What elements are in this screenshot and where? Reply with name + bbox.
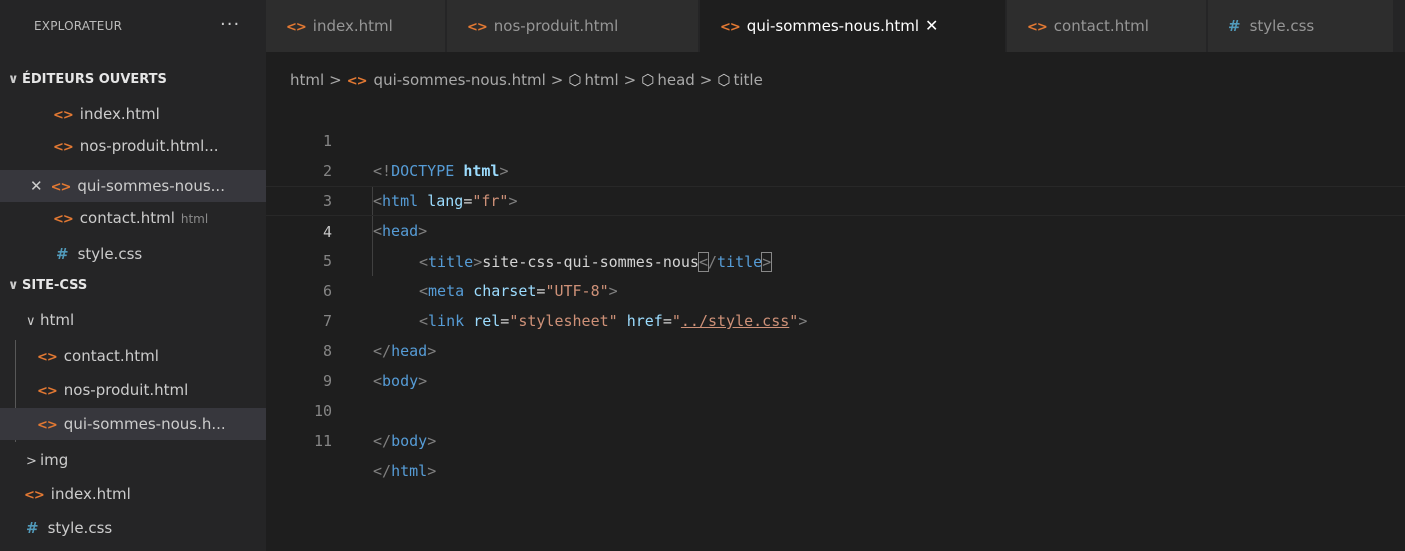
code-line[interactable]: 3 <head> <box>266 156 1405 240</box>
tree-file-label: contact.html <box>63 347 159 365</box>
tab-style[interactable]: # style.css <box>1208 0 1394 52</box>
tree-file-item[interactable]: <> index.html <box>0 478 266 510</box>
open-editors-title: ÉDITEURS OUVERTS <box>22 72 167 87</box>
open-editor-item[interactable]: # style.css <box>0 238 266 270</box>
close-tab-icon[interactable]: ✕ <box>925 16 938 35</box>
code-line[interactable]: 2 <html lang="fr"> <box>266 126 1405 210</box>
tab-qui-sommes-nous[interactable]: <> qui-sommes-nous.html ✕ <box>700 0 1006 52</box>
tab-label: nos-produit.html <box>493 17 619 35</box>
breadcrumb-separator: > <box>623 71 637 89</box>
folder-img[interactable]: > img <box>0 444 266 476</box>
explorer-sidebar: EXPLORATEUR ··· ∨ ÉDITEURS OUVERTS <> inde… <box>0 0 266 551</box>
html-file-icon: <> <box>37 418 58 433</box>
html-file-icon: <> <box>720 20 741 35</box>
folder-html[interactable]: ∨ html <box>0 304 266 336</box>
editor-tab-bar: <> index.html <> nos-produit.html <> qui-so… <box>266 0 1405 52</box>
chevron-down-icon: ∨ <box>8 72 19 87</box>
project-title: SITE-CSS <box>22 278 88 293</box>
code-line[interactable]: 6 <link rel="stylesheet" href="../style.… <box>266 246 1405 330</box>
tab-label: style.css <box>1249 17 1315 35</box>
folder-label: html <box>40 311 75 329</box>
html-file-icon: <> <box>53 212 74 227</box>
breadcrumb-item[interactable]: title <box>733 71 762 89</box>
code-editor[interactable]: 1 <!DOCTYPE html> 2 <html lang="fr"> 3 <… <box>266 96 1405 551</box>
html-file-icon: <> <box>50 180 72 195</box>
open-editor-item[interactable]: <> nos-produit.html... <box>0 130 266 162</box>
code-line[interactable]: 9 <box>266 336 1405 390</box>
code-line[interactable]: 7 </head> <box>266 276 1405 360</box>
chevron-down-icon: ∨ <box>26 314 36 329</box>
tab-label: index.html <box>312 17 393 35</box>
breadcrumb-separator: > <box>329 71 342 89</box>
html-file-icon: <> <box>467 20 488 35</box>
html-file-icon: <> <box>286 20 307 35</box>
breadcrumb-item[interactable]: qui-sommes-nous.html <box>374 71 546 89</box>
open-editor-label: index.html <box>79 105 160 123</box>
tree-file-label: style.css <box>47 519 113 537</box>
tree-file-item[interactable]: <> contact.html <box>0 340 266 372</box>
html-file-icon: <> <box>37 384 58 399</box>
open-editor-label: nos-produit.html... <box>79 137 219 155</box>
html-file-icon: <> <box>37 350 58 365</box>
open-editor-label: contact.html <box>79 209 175 227</box>
open-editor-item[interactable]: <> index.html <box>0 98 266 130</box>
explorer-title: EXPLORATEUR <box>34 19 123 33</box>
breadcrumb: html > <> qui-sommes-nous.html > ⬡ html > ⬡ head >… <box>290 68 763 92</box>
breadcrumb-separator: > <box>550 71 564 89</box>
tab-contact[interactable]: <> contact.html <box>1007 0 1207 52</box>
html-file-icon: <> <box>1027 20 1048 35</box>
tree-file-item-active[interactable]: <> qui-sommes-nous.h... <box>0 408 266 440</box>
line-number: 11 <box>313 432 332 450</box>
tab-nos-produit[interactable]: <> nos-produit.html <box>447 0 699 52</box>
html-file-icon: <> <box>53 108 74 123</box>
css-file-icon: # <box>56 245 69 263</box>
tab-label: qui-sommes-nous.html <box>746 17 920 35</box>
code-line[interactable]: 10 </body> <box>266 366 1405 450</box>
css-file-icon: # <box>26 519 39 537</box>
tab-index[interactable]: <> index.html <box>266 0 446 52</box>
html-file-icon: <> <box>24 488 45 503</box>
more-actions-icon[interactable]: ··· <box>220 14 240 35</box>
explorer-header: EXPLORATEUR ··· <box>0 0 266 52</box>
symbol-element-icon: ⬡ <box>568 71 582 89</box>
breadcrumb-item[interactable]: html <box>290 71 324 89</box>
tree-file-label: index.html <box>50 485 131 503</box>
chevron-down-icon: ∨ <box>8 278 19 293</box>
open-editor-label: style.css <box>77 245 143 263</box>
code-line[interactable]: 8 <body> <box>266 306 1405 390</box>
folder-label: img <box>40 451 69 469</box>
code-line[interactable]: 11 </html> <box>266 396 1405 480</box>
symbol-element-icon: ⬡ <box>641 71 655 89</box>
tree-file-item[interactable]: # style.css <box>0 512 266 544</box>
close-icon[interactable]: ✕ <box>30 177 43 195</box>
symbol-element-icon: ⬡ <box>717 71 731 89</box>
tree-file-label: qui-sommes-nous.h... <box>63 415 226 433</box>
html-file-icon: <> <box>346 74 368 89</box>
html-file-icon: <> <box>53 140 74 155</box>
breadcrumb-item[interactable]: html <box>584 71 618 89</box>
open-editor-label: qui-sommes-nous... <box>77 177 225 195</box>
folder-hint: html <box>180 212 209 226</box>
breadcrumb-separator: > <box>699 71 713 89</box>
css-file-icon: # <box>1228 17 1241 35</box>
open-editor-item[interactable]: <> contact.html html <box>0 202 266 234</box>
tab-label: contact.html <box>1053 17 1149 35</box>
code-line[interactable]: 1 <!DOCTYPE html> <box>266 96 1405 180</box>
open-editor-item-active[interactable]: ✕ <> qui-sommes-nous... <box>0 170 266 202</box>
project-section[interactable]: ∨ SITE-CSS <box>0 270 266 302</box>
code-line[interactable]: 5 <meta charset="UTF-8"> <box>266 216 1405 300</box>
breadcrumb-item[interactable]: head <box>657 71 694 89</box>
chevron-right-icon: > <box>26 454 37 469</box>
tree-file-item[interactable]: <> nos-produit.html <box>0 374 266 406</box>
code-line-current[interactable]: 4 <title>site-css-qui-sommes-nous</title… <box>266 186 1405 272</box>
open-editors-section[interactable]: ∨ ÉDITEURS OUVERTS <box>0 64 266 96</box>
tree-file-label: nos-produit.html <box>63 381 189 399</box>
